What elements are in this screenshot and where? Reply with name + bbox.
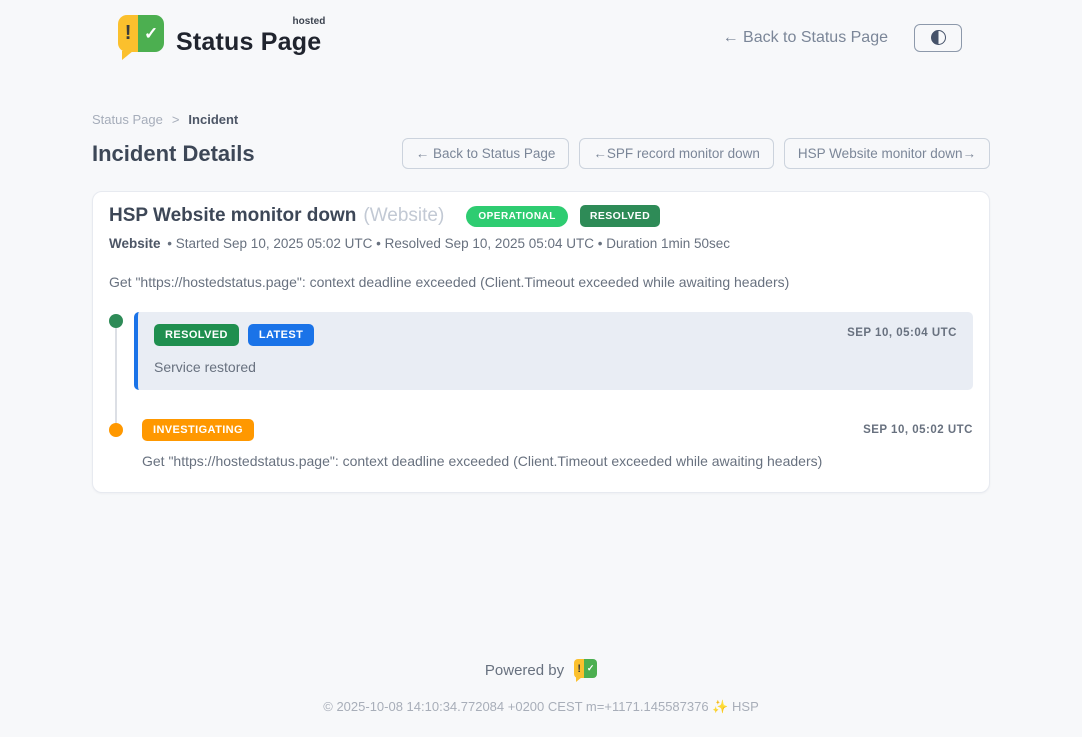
incident-component: (Website): [363, 205, 444, 227]
timeline-entry-resolved: RESOLVED LATEST SEP 10, 05:04 UTC Servic…: [109, 312, 973, 390]
timeline-message: Service restored: [154, 359, 957, 375]
powered-by-label: Powered by: [485, 662, 564, 679]
resolved-badge: RESOLVED: [580, 205, 660, 227]
timeline-timestamp: SEP 10, 05:02 UTC: [863, 424, 973, 436]
incident-timeline: RESOLVED LATEST SEP 10, 05:04 UTC Servic…: [109, 312, 973, 469]
page-head: Incident Details ← Back to Status Page ←…: [92, 138, 990, 169]
timeline-timestamp: SEP 10, 05:04 UTC: [847, 327, 957, 339]
powered-by: Powered by ! ✓: [0, 659, 1082, 682]
back-to-status-page-button[interactable]: ← Back to Status Page: [402, 138, 570, 169]
incident-title-row: HSP Website monitor down (Website) OPERA…: [109, 205, 973, 227]
prev-incident-button[interactable]: ←SPF record monitor down: [579, 138, 774, 169]
incident-description: Get "https://hostedstatus.page": context…: [109, 274, 973, 290]
timeline-latest-badge: LATEST: [248, 324, 314, 346]
timeline-message: Get "https://hostedstatus.page": context…: [142, 453, 973, 469]
header: ! ✓ hosted Status Page ← Back to Status …: [0, 0, 1082, 60]
breadcrumb-separator: >: [172, 112, 180, 127]
brand-name: Status Page: [176, 28, 321, 56]
investigating-dot-icon: [109, 423, 123, 437]
timeline-resolved-badge: RESOLVED: [154, 324, 239, 346]
incident-card: HSP Website monitor down (Website) OPERA…: [92, 191, 990, 493]
exclaim-icon: !: [118, 15, 138, 52]
breadcrumb-status-page[interactable]: Status Page: [92, 112, 163, 127]
check-icon: ✓: [138, 15, 164, 52]
header-actions: ← Back to Status Page: [723, 24, 962, 52]
brand-text: hosted Status Page: [176, 18, 321, 57]
operational-badge: OPERATIONAL: [466, 206, 568, 227]
incident-meta-details: • Started Sep 10, 2025 05:02 UTC • Resol…: [167, 236, 730, 251]
footer: Powered by ! ✓ © 2025-10-08 14:10:34.772…: [0, 659, 1082, 737]
main-content: Status Page > Incident Incident Details …: [92, 112, 990, 493]
timeline-entry-highlight: RESOLVED LATEST SEP 10, 05:04 UTC Servic…: [134, 312, 973, 390]
brand-superscript: hosted: [293, 16, 326, 27]
brand-logo[interactable]: ! ✓ hosted Status Page: [118, 15, 321, 60]
incident-title: HSP Website monitor down: [109, 205, 356, 227]
timeline-entry-content: INVESTIGATING SEP 10, 05:02 UTC Get "htt…: [142, 420, 973, 469]
copyright-text: © 2025-10-08 14:10:34.772084 +0200 CEST …: [323, 699, 708, 714]
page-title: Incident Details: [92, 141, 255, 167]
theme-toggle-button[interactable]: [914, 24, 962, 52]
timeline-badge-row: RESOLVED LATEST: [154, 324, 957, 346]
half-circle-icon: [931, 30, 946, 45]
header-back-link[interactable]: ← Back to Status Page: [723, 29, 888, 47]
brand-logo-icon: ! ✓: [118, 15, 164, 60]
breadcrumb: Status Page > Incident: [92, 112, 990, 127]
copyright-suffix: HSP: [732, 699, 759, 714]
breadcrumb-incident: Incident: [188, 112, 238, 127]
copyright: © 2025-10-08 14:10:34.772084 +0200 CEST …: [0, 699, 1082, 715]
check-icon: ✓: [584, 659, 597, 678]
sparkles-icon: ✨: [712, 699, 728, 714]
timeline-entry-investigating: INVESTIGATING SEP 10, 05:02 UTC Get "htt…: [109, 420, 973, 469]
exclaim-icon: !: [574, 659, 584, 678]
next-incident-button[interactable]: HSP Website monitor down→: [784, 138, 990, 169]
incident-nav: ← Back to Status Page ←SPF record monito…: [402, 138, 990, 169]
resolved-dot-icon: [109, 314, 123, 328]
incident-meta: Website • Started Sep 10, 2025 05:02 UTC…: [109, 236, 973, 251]
hsp-logo-icon[interactable]: ! ✓: [574, 659, 597, 682]
incident-meta-component: Website: [109, 236, 161, 251]
timeline-investigating-badge: INVESTIGATING: [142, 419, 254, 441]
